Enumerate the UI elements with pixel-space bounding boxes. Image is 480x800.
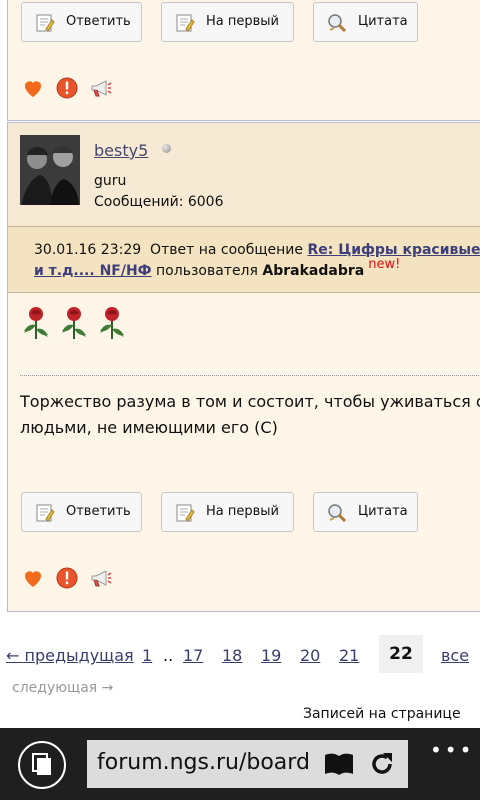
quote-button[interactable]: Цитата: [313, 2, 418, 42]
rose-icon: [62, 307, 86, 339]
alert-icon[interactable]: [55, 76, 79, 100]
page-link-17[interactable]: 17: [183, 646, 203, 665]
post-header: besty5 guru Сообщений: 6006: [8, 123, 480, 227]
avatar[interactable]: [20, 135, 80, 205]
browser-app-bar: forum.ngs.ru/board •••: [0, 728, 480, 800]
quote-button[interactable]: Цитата: [313, 492, 418, 532]
current-page: 22: [379, 635, 423, 673]
rose-emoticons: [20, 305, 128, 341]
reading-view-icon[interactable]: [323, 751, 355, 777]
reply-icon: [36, 14, 55, 32]
edit-icon: [176, 504, 195, 522]
previous-post: Ответить На первый Цитата: [7, 0, 480, 121]
post-date: 30.01.16 23:29: [34, 242, 142, 258]
user-rank: guru: [94, 173, 127, 189]
reply-author: Abrakadabra: [262, 263, 365, 279]
posts-count: Сообщений: 6006: [94, 194, 224, 210]
pagination: ← предыдущая 1 .. 17 18 19 20 21 22 все: [0, 635, 480, 676]
per-page-label: Записей на странице: [303, 706, 461, 722]
reply-button[interactable]: Ответить: [21, 2, 142, 42]
alert-icon[interactable]: [55, 566, 79, 590]
prev-page-link[interactable]: ← предыдущая: [6, 646, 134, 665]
megaphone-icon[interactable]: [89, 76, 113, 100]
page-link-1[interactable]: 1: [142, 646, 152, 665]
quote-icon: [328, 14, 347, 33]
quote-icon: [328, 504, 347, 523]
heart-icon[interactable]: [21, 566, 45, 590]
pagination-ellipsis: ..: [163, 646, 174, 665]
reply-intro: Ответ на сообщение: [150, 242, 304, 258]
reply-info: 30.01.16 23:29 Ответ на сообщение Re: Ци…: [8, 227, 480, 293]
reply-topic-link-cont[interactable]: и т.д.... NF/НФ: [34, 263, 152, 279]
tabs-icon: [32, 753, 51, 775]
to-first-button[interactable]: На первый: [161, 2, 294, 42]
page-link-20[interactable]: 20: [300, 646, 320, 665]
page-link-21[interactable]: 21: [339, 646, 359, 665]
edit-icon: [176, 14, 195, 32]
reply-button[interactable]: Ответить: [21, 492, 142, 532]
new-badge: new!: [368, 257, 401, 272]
next-page-label: следующая →: [12, 680, 114, 696]
reply-icon: [36, 504, 55, 522]
refresh-icon[interactable]: [367, 749, 397, 779]
post-body: Торжество разума в том и состоит, чтобы …: [20, 392, 480, 437]
page-link-18[interactable]: 18: [222, 646, 242, 665]
signature-divider: [20, 375, 480, 376]
more-menu-icon[interactable]: •••: [430, 738, 474, 762]
reply-by: пользователя: [156, 263, 258, 279]
tabs-button[interactable]: [18, 741, 66, 789]
page-link-19[interactable]: 19: [261, 646, 281, 665]
address-bar[interactable]: forum.ngs.ru/board: [87, 740, 408, 788]
rose-icon: [24, 307, 48, 339]
status-offline-icon: [162, 144, 171, 153]
rose-icon: [100, 307, 124, 339]
url-text[interactable]: forum.ngs.ru/board: [97, 750, 309, 775]
megaphone-icon[interactable]: [89, 566, 113, 590]
heart-icon[interactable]: [21, 76, 45, 100]
all-pages-link[interactable]: все: [441, 646, 469, 665]
username-link[interactable]: besty5: [94, 141, 148, 160]
reply-topic-link[interactable]: Re: Цифры красивые.: [307, 242, 480, 258]
forum-post: besty5 guru Сообщений: 6006 30.01.16 23:…: [7, 122, 480, 612]
to-first-button[interactable]: На первый: [161, 492, 294, 532]
